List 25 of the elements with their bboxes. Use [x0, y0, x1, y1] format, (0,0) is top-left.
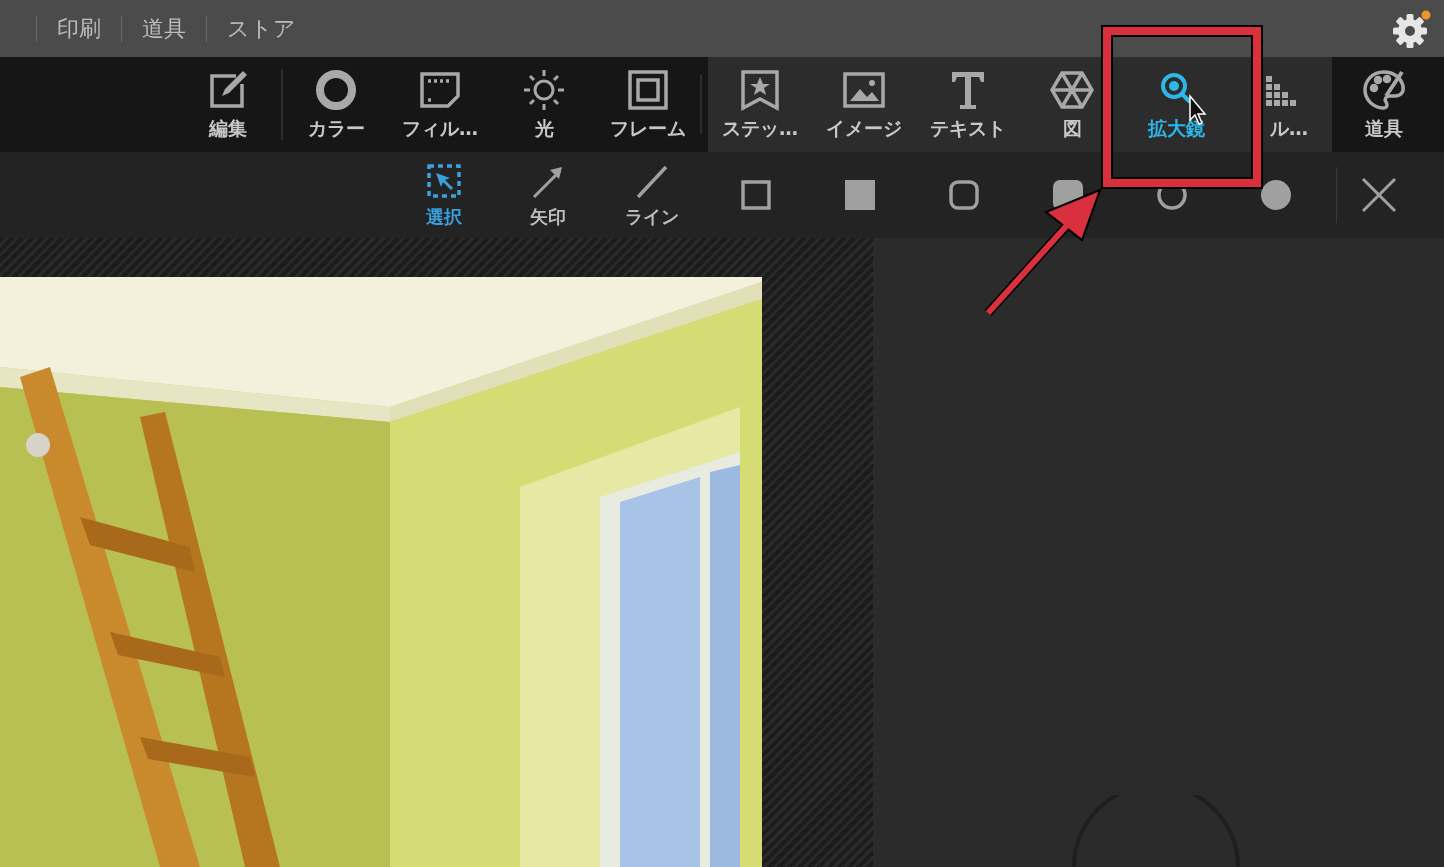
settings-icon[interactable] [1392, 8, 1432, 49]
selection-icon [424, 161, 464, 201]
sun-icon [522, 67, 566, 112]
toolbar-button[interactable]: 光 [492, 57, 596, 152]
toolbar-button[interactable]: 図 [1020, 57, 1124, 152]
menu-item[interactable]: ストア [207, 13, 316, 44]
close-icon [1359, 175, 1399, 215]
star-bookmark-icon [738, 67, 782, 112]
menu-item[interactable]: 道具 [122, 13, 206, 44]
toolbar-button[interactable]: カラー [284, 57, 388, 152]
palette-icon [1362, 67, 1406, 112]
tool-button[interactable]: ライン [600, 155, 704, 235]
toolbar-button[interactable]: イメージ [812, 57, 916, 152]
toolbar-button[interactable]: フレーム [596, 57, 700, 152]
tool-button[interactable]: 選択 [392, 155, 496, 235]
menu-item[interactable]: 印刷 [37, 13, 121, 44]
tool-button[interactable]: 矢印 [496, 155, 600, 235]
toolbar-button[interactable]: フィル… [388, 57, 492, 152]
toolbar-button[interactable]: ル… [1228, 57, 1332, 152]
frame-icon [626, 67, 670, 112]
toolbar-button[interactable]: 編集 [176, 57, 280, 152]
ring-icon [314, 67, 358, 112]
toolbar-button[interactable]: テキスト [916, 57, 1020, 152]
toolbar-button[interactable]: ステッ… [708, 57, 812, 152]
toolbar-button[interactable]: 道具 [1332, 57, 1436, 152]
